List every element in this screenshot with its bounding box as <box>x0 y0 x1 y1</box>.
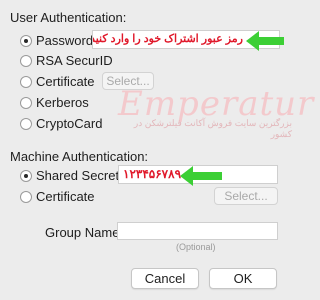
group-name-label: Group Name: <box>45 225 124 240</box>
group-name-field[interactable] <box>117 222 278 240</box>
machine-select-button[interactable]: Select... <box>214 187 278 205</box>
watermark-tagline: بزرگترین سایت فروش آکانت فیلترشکن در کشو… <box>133 118 292 139</box>
radio-rsa-securid[interactable] <box>20 55 32 67</box>
rsa-securid-label: RSA SecurID <box>36 53 113 68</box>
kerberos-label: Kerberos <box>36 95 89 110</box>
machine-certificate-label: Certificate <box>36 189 95 204</box>
radio-password[interactable] <box>20 35 32 47</box>
optional-hint: (Optional) <box>176 242 216 252</box>
arrow-left-icon <box>180 166 222 186</box>
radio-machine-certificate[interactable] <box>20 191 32 203</box>
machine-auth-title: Machine Authentication: <box>10 149 149 164</box>
radio-shared-secret[interactable] <box>20 170 32 182</box>
user-auth-title: User Authentication: <box>10 10 127 25</box>
shared-secret-label: Shared Secret: <box>36 168 123 183</box>
cryptocard-label: CryptoCard <box>36 116 103 131</box>
user-select-button[interactable]: Select... <box>102 72 154 90</box>
radio-certificate[interactable] <box>20 76 32 88</box>
ok-button[interactable]: OK <box>209 268 277 289</box>
certificate-label: Certificate <box>36 74 95 89</box>
radio-kerberos[interactable] <box>20 97 32 109</box>
radio-cryptocard[interactable] <box>20 118 32 130</box>
arrow-left-icon <box>246 31 284 51</box>
password-label: Password: <box>36 33 97 48</box>
cancel-button[interactable]: Cancel <box>131 268 199 289</box>
